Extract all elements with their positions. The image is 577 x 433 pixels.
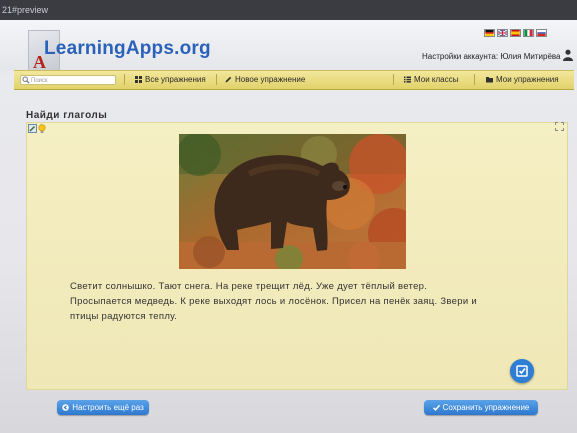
check-answer-button[interactable] bbox=[510, 359, 534, 383]
nav-divider bbox=[124, 74, 125, 85]
exercise-text: Светит солнышко. Тают снега. На реке тре… bbox=[70, 279, 530, 324]
bear-photo bbox=[179, 134, 406, 269]
address-text: 21#preview bbox=[2, 5, 49, 15]
nav-new-exercise[interactable]: Новое упражнение bbox=[225, 75, 305, 84]
folder-icon bbox=[486, 77, 493, 83]
nav-my-exercises-label: Мои упражнения bbox=[496, 75, 559, 84]
checkmark-icon bbox=[432, 404, 440, 411]
user-icon[interactable] bbox=[563, 49, 573, 61]
list-icon bbox=[404, 76, 411, 83]
nav-my-classes[interactable]: Мои классы bbox=[404, 75, 458, 84]
search-input[interactable]: Поиск bbox=[20, 75, 116, 85]
nav-all-exercises[interactable]: Все упражнения bbox=[135, 75, 206, 84]
uk-flag-icon[interactable] bbox=[497, 29, 508, 37]
retry-button-label: Настроить ещё раз bbox=[72, 403, 144, 412]
german-flag-icon[interactable] bbox=[484, 29, 495, 37]
grid-icon bbox=[135, 76, 142, 83]
back-arrow-icon bbox=[62, 404, 70, 411]
logo-text[interactable]: LearningApps.org bbox=[44, 38, 211, 60]
retry-button[interactable]: Настроить ещё раз bbox=[57, 400, 149, 415]
nav-my-classes-label: Мои классы bbox=[414, 75, 459, 84]
nav-my-exercises[interactable]: Мои упражнения bbox=[486, 75, 559, 84]
nav-new-exercise-label: Новое упражнение bbox=[235, 75, 306, 84]
check-icon bbox=[516, 365, 528, 377]
browser-address-bar[interactable]: 21#preview bbox=[0, 0, 577, 20]
russia-flag-icon[interactable] bbox=[536, 29, 547, 37]
screen: 21#preview A LearningApps.org Настройки … bbox=[0, 0, 577, 433]
text-line[interactable]: Светит солнышко. Тают снега. На реке тре… bbox=[70, 279, 530, 294]
hint-lightbulb-icon[interactable] bbox=[38, 124, 46, 133]
text-line[interactable]: птицы радуются теплу. bbox=[70, 309, 530, 324]
spain-flag-icon[interactable] bbox=[510, 29, 521, 37]
fullscreen-icon[interactable] bbox=[555, 122, 564, 131]
pencil-icon bbox=[225, 76, 232, 83]
save-button-label: Сохранить упражнение bbox=[442, 403, 530, 412]
nav-divider bbox=[216, 74, 217, 85]
nav-divider bbox=[474, 74, 475, 85]
account-settings-link[interactable]: Настройки аккаунта: Юлия Митирёва bbox=[422, 52, 561, 61]
save-button[interactable]: Сохранить упражнение bbox=[424, 400, 538, 415]
tools-icons bbox=[28, 124, 46, 133]
page-title: Найди глаголы bbox=[26, 110, 108, 121]
italy-flag-icon[interactable] bbox=[523, 29, 534, 37]
language-flags bbox=[484, 24, 549, 37]
nav-all-exercises-label: Все упражнения bbox=[145, 75, 206, 84]
nav-divider bbox=[393, 74, 394, 85]
text-line[interactable]: Просыпается медведь. К реке выходят лось… bbox=[70, 294, 530, 309]
edit-icon[interactable] bbox=[28, 124, 37, 133]
search-icon bbox=[22, 76, 30, 84]
